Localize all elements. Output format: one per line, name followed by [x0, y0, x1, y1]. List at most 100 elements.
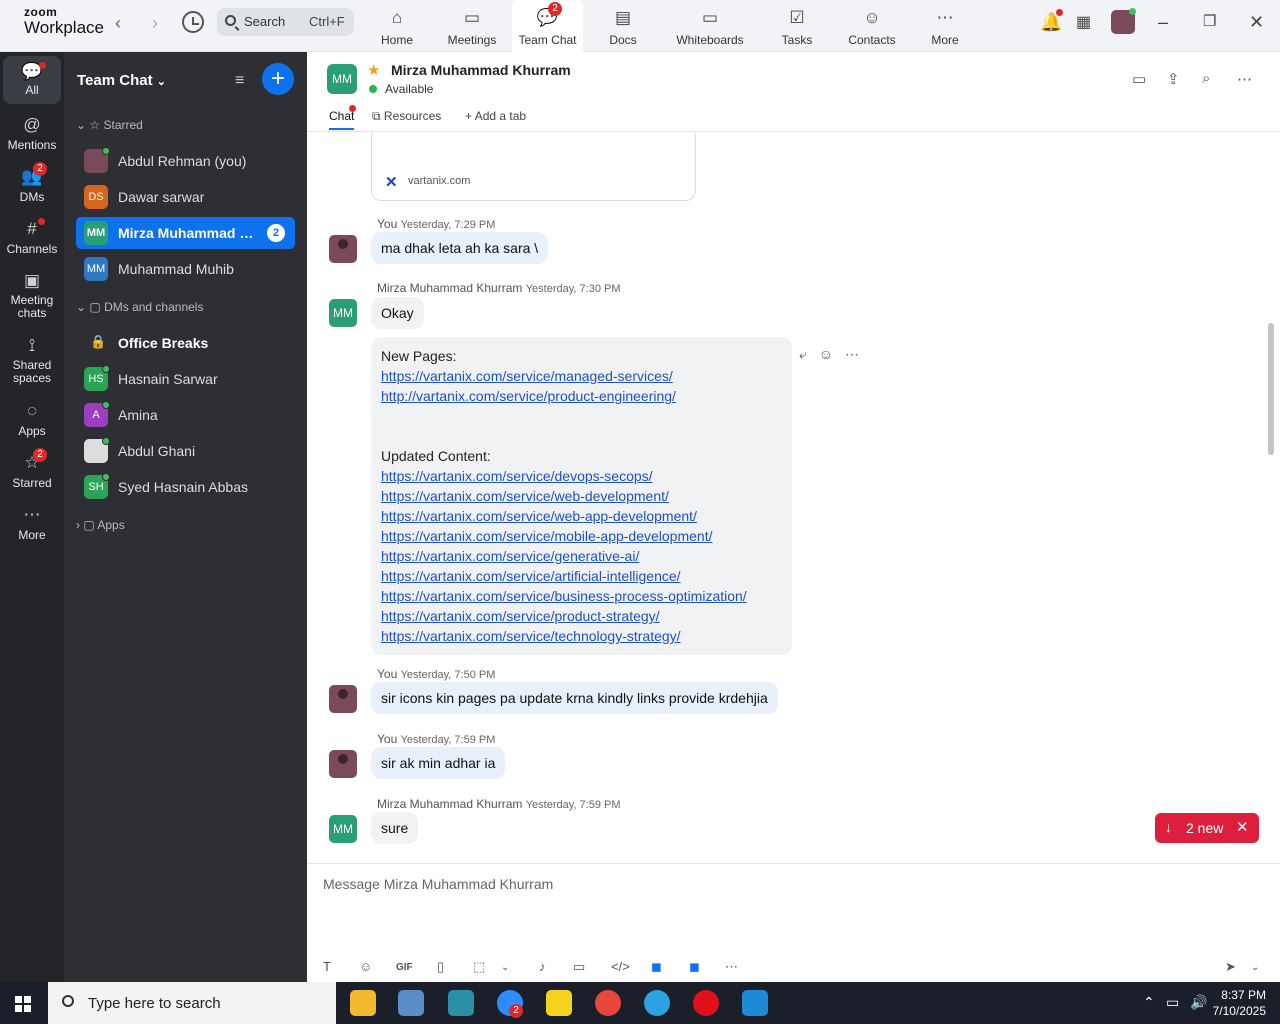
- app-icon[interactable]: [398, 990, 424, 1016]
- new-chat-button[interactable]: +: [262, 63, 294, 95]
- close-icon[interactable]: ✕: [1236, 818, 1249, 836]
- leftnav-shared-spaces[interactable]: ⟟ Shared spaces: [0, 335, 64, 385]
- nav-meetings[interactable]: ▭ Meetings: [440, 0, 504, 52]
- link[interactable]: https://vartanix.com/service/generative-…: [381, 546, 782, 566]
- gif-icon[interactable]: GIF: [396, 962, 413, 973]
- nav-whiteboards[interactable]: ▭ Whiteboards: [670, 0, 750, 52]
- nav-more[interactable]: ⋯ More: [922, 0, 968, 52]
- leftnav-starred[interactable]: ☆ Starred 2: [0, 448, 64, 490]
- new-messages-button[interactable]: ↓ 2 new ✕: [1155, 813, 1259, 843]
- sidebar-item-abdul-rehman[interactable]: Abdul Rehman (you): [76, 145, 295, 177]
- network-icon[interactable]: ▭: [1166, 994, 1179, 1011]
- nav-docs[interactable]: ▤ Docs: [596, 0, 650, 52]
- message-input[interactable]: Message Mirza Muhammad Khurram: [323, 876, 553, 892]
- sidebar-item-office-breaks[interactable]: 🔒 Office Breaks: [76, 327, 295, 359]
- link[interactable]: https://vartanix.com/service/artificial-…: [381, 566, 782, 586]
- video-message-icon[interactable]: ▭: [573, 959, 585, 975]
- app-icon[interactable]: ◼: [689, 959, 700, 975]
- filter-icon[interactable]: ≡: [235, 72, 244, 90]
- leftnav-all[interactable]: 💬 All: [3, 56, 61, 104]
- link[interactable]: https://vartanix.com/service/web-app-dev…: [381, 506, 782, 526]
- close-icon[interactable]: ✕: [1249, 12, 1264, 33]
- code-icon[interactable]: </>: [611, 959, 630, 974]
- windows-start-icon[interactable]: [15, 996, 31, 1012]
- chat-title[interactable]: Mirza Muhammad Khurram: [391, 62, 571, 78]
- sidebar-item-mirza-muhammad-khurram[interactable]: MM Mirza Muhammad Khurram 2: [76, 217, 295, 249]
- clock[interactable]: 8:37 PM 7/10/2025: [1208, 987, 1266, 1019]
- leftnav-more[interactable]: ⋯ More: [0, 504, 64, 542]
- more-icon[interactable]: ⋯: [725, 959, 738, 975]
- back-arrow-icon[interactable]: ‹: [115, 13, 121, 34]
- nav-contacts[interactable]: ☺ Contacts: [842, 0, 902, 52]
- emoji-react-icon[interactable]: ☺: [819, 346, 833, 362]
- message-bubble[interactable]: sir icons kin pages pa update krna kindl…: [371, 682, 778, 714]
- edge-icon[interactable]: [644, 990, 670, 1016]
- message-bubble[interactable]: sure: [371, 812, 419, 844]
- scrollbar-thumb[interactable]: [1268, 323, 1274, 455]
- sidebar-item-hasnain-sarwar[interactable]: HS Hasnain Sarwar: [76, 363, 295, 395]
- chrome-icon[interactable]: [595, 990, 621, 1016]
- section-apps[interactable]: › ▢ Apps: [76, 518, 125, 532]
- chevron-down-icon[interactable]: ⌄: [501, 962, 509, 973]
- video-call-icon[interactable]: ▭: [1132, 70, 1146, 88]
- file-icon[interactable]: ▯: [437, 959, 444, 975]
- more-icon[interactable]: ⋯: [845, 346, 859, 362]
- format-text-icon[interactable]: T: [323, 959, 331, 974]
- taskbar-search[interactable]: Type here to search: [48, 982, 336, 1024]
- leftnav-meeting-chats[interactable]: ▣ Meeting chats: [0, 270, 64, 320]
- sticky-notes-icon[interactable]: [546, 990, 572, 1016]
- microphone-icon[interactable]: ♪: [539, 959, 546, 974]
- search-icon[interactable]: ⌕: [1202, 70, 1210, 87]
- sidebar-title[interactable]: Team Chat ⌄: [77, 72, 166, 89]
- app-icon[interactable]: [448, 990, 474, 1016]
- leftnav-apps[interactable]: ◌ Apps: [0, 400, 64, 438]
- history-icon[interactable]: [182, 11, 204, 33]
- message-composer[interactable]: Message Mirza Muhammad Khurram T ☺ GIF ▯…: [307, 863, 1280, 982]
- message-bubble[interactable]: sir ak min adhar ia: [371, 747, 506, 779]
- message-bubble-links[interactable]: New Pages: https://vartanix.com/service/…: [371, 337, 792, 655]
- link[interactable]: http://vartanix.com/service/product-engi…: [381, 386, 782, 406]
- share-screen-icon[interactable]: ⇪: [1167, 70, 1180, 88]
- star-icon[interactable]: ★: [367, 61, 380, 79]
- screenshot-icon[interactable]: ⬚: [473, 959, 485, 975]
- nav-tasks[interactable]: ☑ Tasks: [772, 0, 822, 52]
- sidebar-item-abdul-ghani[interactable]: Abdul Ghani: [76, 435, 295, 467]
- link[interactable]: https://vartanix.com/service/web-develop…: [381, 486, 782, 506]
- vscode-icon[interactable]: [742, 990, 768, 1016]
- section-dms-channels[interactable]: ⌄ ▢ DMs and channels: [76, 300, 203, 314]
- chevron-down-icon[interactable]: ⌄: [1251, 962, 1259, 973]
- link[interactable]: https://vartanix.com/service/business-pr…: [381, 586, 782, 606]
- leftnav-mentions[interactable]: @ Mentions: [0, 114, 64, 152]
- tab-chat[interactable]: Chat: [329, 109, 355, 130]
- leftnav-channels[interactable]: # Channels: [0, 218, 64, 256]
- message-bubble[interactable]: Okay: [371, 297, 424, 329]
- send-icon[interactable]: ➤: [1225, 959, 1236, 975]
- section-starred[interactable]: ⌄ ☆ Starred: [76, 118, 143, 132]
- nav-home[interactable]: ⌂ Home: [370, 0, 424, 52]
- opera-icon[interactable]: [693, 990, 719, 1016]
- forward-arrow-icon[interactable]: ›: [152, 13, 158, 34]
- link[interactable]: https://vartanix.com/service/product-str…: [381, 606, 782, 626]
- more-icon[interactable]: ⋯: [1237, 70, 1252, 88]
- link[interactable]: https://vartanix.com/service/devops-seco…: [381, 466, 782, 486]
- sidebar-item-muhammad-muhib[interactable]: MM Muhammad Muhib: [76, 253, 295, 285]
- app-icon[interactable]: ◼: [651, 959, 662, 975]
- minimize-icon[interactable]: –: [1158, 12, 1168, 33]
- leftnav-dms[interactable]: 👥 DMs 2: [0, 162, 64, 204]
- sidebar-item-amina[interactable]: A Amina: [76, 399, 295, 431]
- tab-add[interactable]: + Add a tab: [465, 109, 526, 123]
- chevron-up-icon[interactable]: ⌃: [1143, 994, 1155, 1011]
- sidebar-item-dawar-sarwar[interactable]: DS Dawar sarwar: [76, 181, 295, 213]
- sidebar-item-syed-hasnain-abbas[interactable]: SH Syed Hasnain Abbas: [76, 471, 295, 503]
- calendar-icon[interactable]: ▦: [1076, 12, 1091, 32]
- tab-resources[interactable]: ⧉ Resources: [372, 109, 441, 124]
- avatar[interactable]: MM: [327, 64, 357, 94]
- volume-icon[interactable]: 🔊: [1190, 994, 1207, 1011]
- link[interactable]: https://vartanix.com/service/technology-…: [381, 626, 782, 646]
- restore-icon[interactable]: ❐: [1203, 12, 1216, 30]
- search-input[interactable]: Search Ctrl+F: [217, 8, 354, 36]
- emoji-icon[interactable]: ☺: [359, 959, 372, 974]
- link[interactable]: https://vartanix.com/service/managed-ser…: [381, 366, 782, 386]
- link[interactable]: https://vartanix.com/service/mobile-app-…: [381, 526, 782, 546]
- nav-team-chat[interactable]: 💬 Team Chat 2: [512, 0, 583, 52]
